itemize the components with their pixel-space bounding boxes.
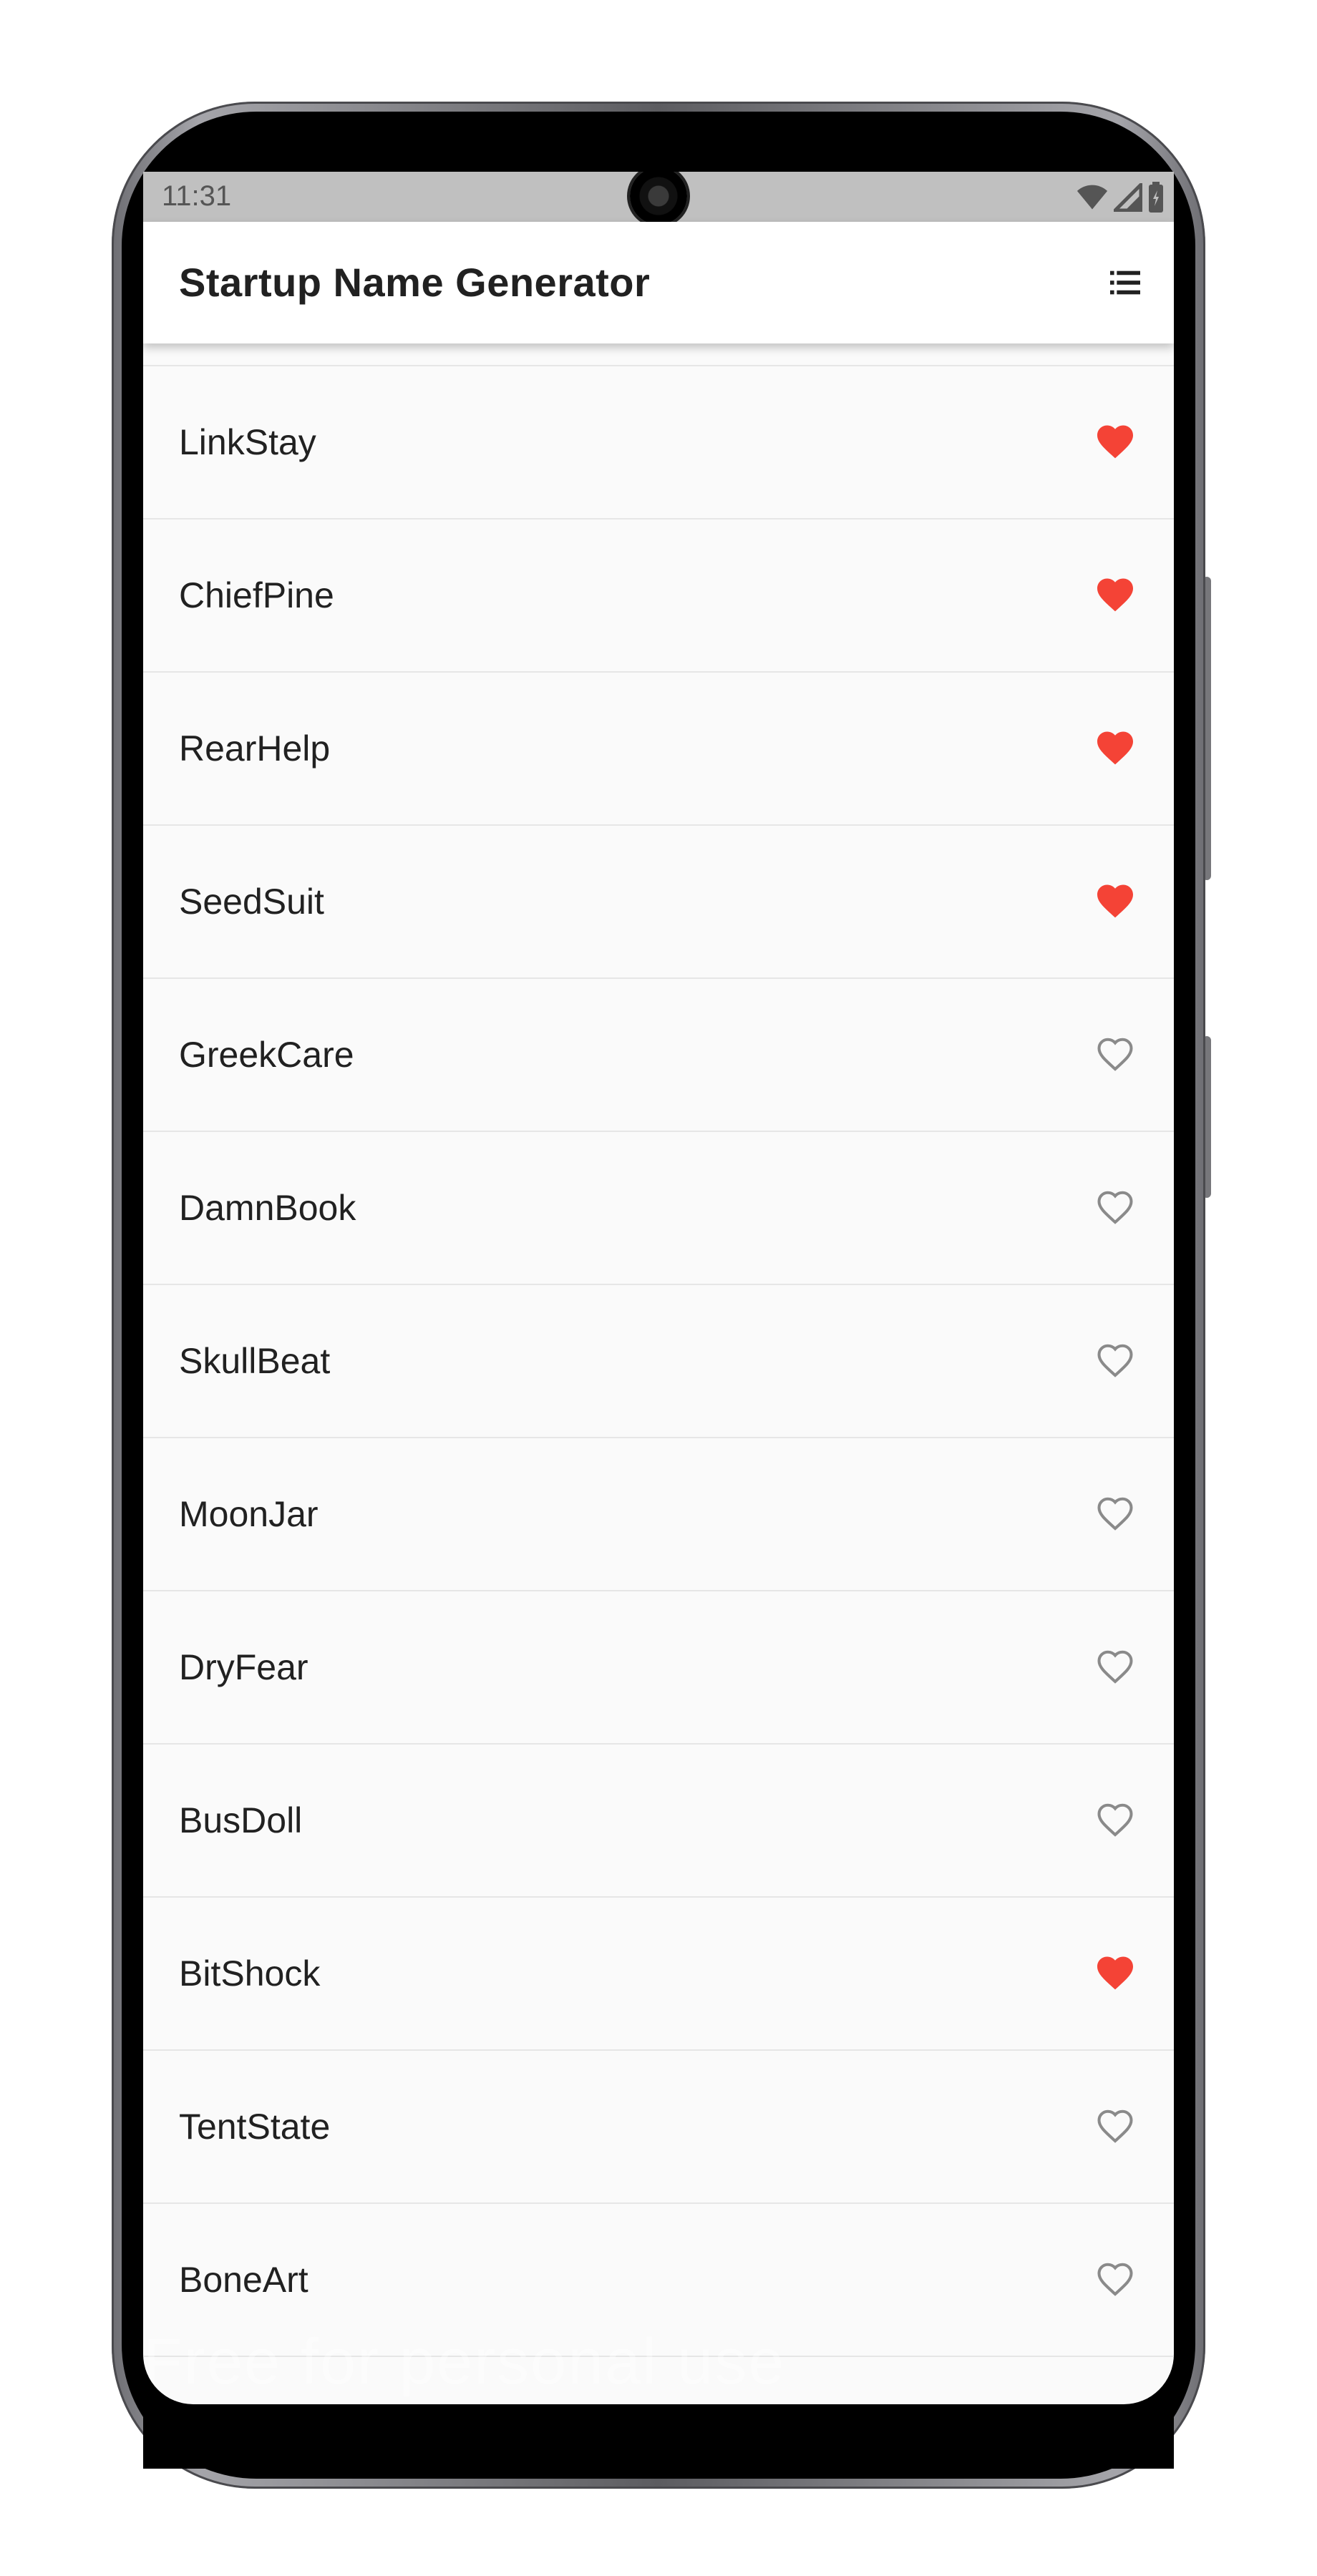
startup-name-label: DryFear <box>179 1647 308 1687</box>
status-time: 11:31 <box>162 180 232 212</box>
battery-icon <box>1149 182 1163 213</box>
heart-outline-icon[interactable] <box>1092 1798 1138 1841</box>
heart-filled-icon[interactable] <box>1092 1951 1138 1994</box>
list-item[interactable]: BusDoll <box>143 1745 1174 1898</box>
list-item[interactable]: TentState <box>143 2051 1174 2204</box>
list-item[interactable]: MoonJar <box>143 1438 1174 1591</box>
startup-name-label: GreekCare <box>179 1035 354 1075</box>
list-item[interactable]: LinkStay <box>143 366 1174 519</box>
signal-icon <box>1114 183 1142 212</box>
heart-outline-icon[interactable] <box>1092 1186 1138 1229</box>
startup-name-label: SkullBeat <box>179 1341 331 1381</box>
list-item[interactable]: SkullBeat <box>143 1285 1174 1438</box>
screen-bottom-bezel <box>143 2404 1174 2469</box>
list-item[interactable]: DryFear <box>143 1591 1174 1745</box>
startup-name-label: LinkStay <box>179 422 316 462</box>
startup-name-label: ChiefPine <box>179 575 334 615</box>
startup-name-label: BusDoll <box>179 1800 303 1840</box>
device-mockup: 11:31 Startup Name Generator LinkStay Ch… <box>0 0 1317 2576</box>
heart-outline-icon[interactable] <box>1092 1339 1138 1382</box>
list-item[interactable]: GreekCare <box>143 979 1174 1132</box>
list-item[interactable]: ChiefPine <box>143 519 1174 673</box>
front-camera <box>630 172 687 225</box>
startup-name-label: BitShock <box>179 1953 321 1994</box>
wifi-icon <box>1077 185 1108 210</box>
app-bar: Startup Name Generator <box>143 222 1174 343</box>
startup-name-list: LinkStay ChiefPine RearHelp SeedSuit GreekCa… <box>143 343 1174 2404</box>
startup-name-label: SeedSuit <box>179 882 324 922</box>
list-item[interactable]: RearHelp <box>143 673 1174 826</box>
status-bar: 11:31 <box>143 172 1174 225</box>
startup-name-label: TentState <box>179 2107 331 2147</box>
startup-name-label: DamnBook <box>179 1188 356 1228</box>
heart-outline-icon[interactable] <box>1092 2104 1138 2147</box>
heart-filled-icon[interactable] <box>1092 573 1138 616</box>
heart-filled-icon[interactable] <box>1092 879 1138 922</box>
list-item[interactable]: BitShock <box>143 1898 1174 2051</box>
list-divider <box>143 343 1174 366</box>
heart-outline-icon[interactable] <box>1092 1492 1138 1535</box>
page-title: Startup Name Generator <box>179 260 651 305</box>
phone-screen: 11:31 Startup Name Generator LinkStay Ch… <box>143 172 1174 2404</box>
list-icon[interactable] <box>1105 263 1145 303</box>
watermark: Free for personal use <box>143 2326 786 2398</box>
heart-filled-icon[interactable] <box>1092 420 1138 463</box>
heart-outline-icon[interactable] <box>1092 1645 1138 1688</box>
status-icons <box>1077 182 1164 213</box>
list-item[interactable]: DamnBook <box>143 1132 1174 1285</box>
startup-name-label: RearHelp <box>179 728 331 769</box>
list-item[interactable]: SeedSuit <box>143 826 1174 979</box>
heart-outline-icon[interactable] <box>1092 1033 1138 1075</box>
heart-filled-icon[interactable] <box>1092 726 1138 769</box>
heart-outline-icon[interactable] <box>1092 2258 1138 2301</box>
startup-name-label: MoonJar <box>179 1494 319 1534</box>
